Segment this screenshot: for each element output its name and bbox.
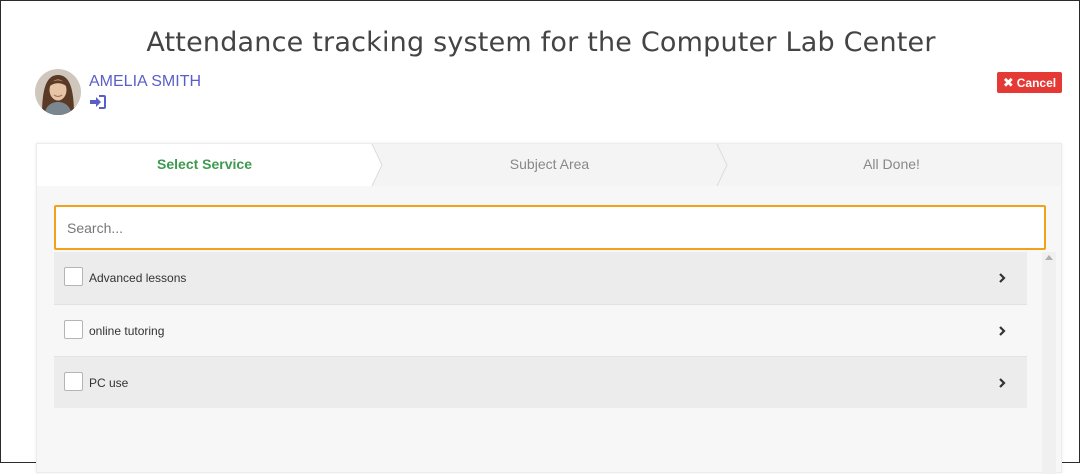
service-item-pc-use[interactable]: PC use <box>54 356 1027 408</box>
page-title: Attendance tracking system for the Compu… <box>146 27 936 58</box>
user-avatar <box>35 69 81 115</box>
service-label: PC use <box>89 376 129 390</box>
service-item-online-tutoring[interactable]: online tutoring <box>54 304 1027 356</box>
list-scrollbar[interactable] <box>1042 252 1056 474</box>
sign-in-icon[interactable] <box>89 94 107 110</box>
wizard-steps: Select Service Subject Area All Done! <box>37 144 1061 186</box>
service-checkbox[interactable] <box>64 372 83 391</box>
service-checkbox[interactable] <box>64 267 83 286</box>
step-select-service[interactable]: Select Service <box>37 144 372 186</box>
scroll-up-icon[interactable] <box>1045 254 1053 260</box>
service-wizard: Select Service Subject Area All Done! Ad… <box>36 143 1062 474</box>
search-input[interactable] <box>54 205 1046 250</box>
app-window: Attendance tracking system for the Compu… <box>0 0 1080 474</box>
service-label: online tutoring <box>89 324 165 338</box>
service-label: Advanced lessons <box>89 271 187 285</box>
close-icon: ✖ <box>1002 74 1014 90</box>
chevron-right-icon[interactable] <box>998 325 1006 337</box>
cancel-label: Cancel <box>1016 75 1057 90</box>
service-checkbox[interactable] <box>64 320 83 339</box>
step-all-done[interactable]: All Done! <box>722 144 1061 186</box>
user-name[interactable]: AMELIA SMITH <box>89 73 201 91</box>
chevron-right-icon[interactable] <box>998 377 1006 389</box>
service-list: Advanced lessons online tutoring PC use <box>54 252 1027 408</box>
service-item-advanced-lessons[interactable]: Advanced lessons <box>54 252 1027 304</box>
chevron-right-icon[interactable] <box>998 272 1006 284</box>
step-subject-area[interactable]: Subject Area <box>377 144 722 186</box>
cancel-button[interactable]: ✖ Cancel <box>997 72 1062 93</box>
